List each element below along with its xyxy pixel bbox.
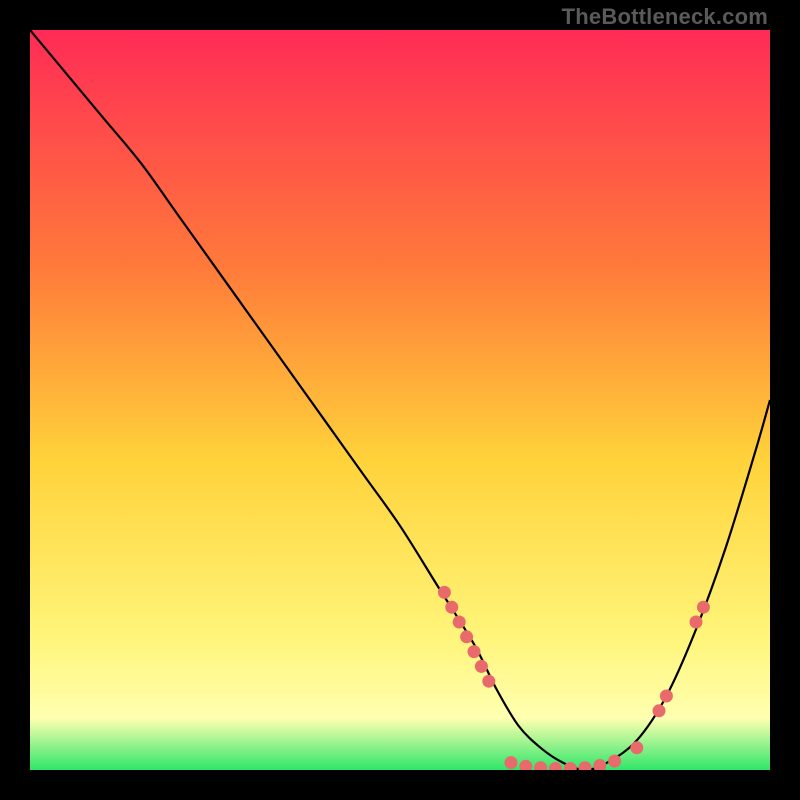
data-dot [519,760,532,770]
data-dot [534,761,547,770]
bottleneck-curve [30,30,770,770]
data-dot [505,756,518,769]
data-dot [697,601,710,614]
data-dot [593,759,606,770]
data-dot [482,675,495,688]
data-dot [438,586,451,599]
data-dot [608,755,621,768]
data-dot [549,762,562,770]
data-dot [630,741,643,754]
data-dot [579,761,592,770]
data-dot [660,690,673,703]
data-dot [653,704,666,717]
data-dot [453,616,466,629]
data-dot [460,630,473,643]
data-dot [445,601,458,614]
chart-frame [30,30,770,770]
data-dot [690,616,703,629]
watermark-text: TheBottleneck.com [562,4,768,30]
data-dot [468,645,481,658]
data-dot [475,660,488,673]
